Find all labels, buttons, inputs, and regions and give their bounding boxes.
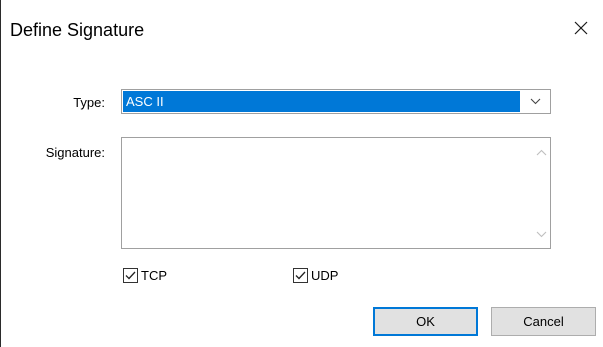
title-bar: Define Signature — [1, 0, 603, 62]
close-icon — [574, 21, 588, 35]
signature-field[interactable] — [121, 137, 551, 249]
signature-label: Signature: — [45, 145, 105, 160]
udp-checkbox-box[interactable] — [293, 268, 308, 283]
ok-button[interactable]: OK — [373, 307, 478, 336]
cancel-button[interactable]: Cancel — [491, 307, 596, 336]
tcp-checkbox-box[interactable] — [123, 268, 138, 283]
signature-input[interactable] — [122, 138, 532, 248]
chevron-down-icon — [530, 98, 541, 105]
chevron-down-icon — [536, 231, 546, 237]
type-selected-value: ASC II — [123, 91, 520, 112]
dialog-title: Define Signature — [10, 20, 145, 40]
dropdown-button[interactable] — [521, 90, 550, 113]
checkmark-icon — [295, 271, 306, 280]
tcp-checkbox[interactable]: TCP — [123, 268, 167, 283]
type-dropdown[interactable]: ASC II — [121, 89, 551, 114]
signature-scrollbar[interactable] — [532, 138, 550, 248]
checkmark-icon — [125, 271, 136, 280]
tcp-label: TCP — [141, 268, 167, 283]
close-button[interactable] — [558, 10, 603, 46]
define-signature-dialog: Define Signature Type: ASC II Signature: — [0, 0, 603, 347]
udp-label: UDP — [311, 268, 339, 283]
type-label: Type: — [73, 95, 105, 110]
udp-checkbox[interactable]: UDP — [293, 268, 338, 283]
scroll-down-button[interactable] — [532, 225, 550, 243]
scroll-up-button[interactable] — [532, 143, 550, 161]
chevron-up-icon — [536, 149, 546, 155]
